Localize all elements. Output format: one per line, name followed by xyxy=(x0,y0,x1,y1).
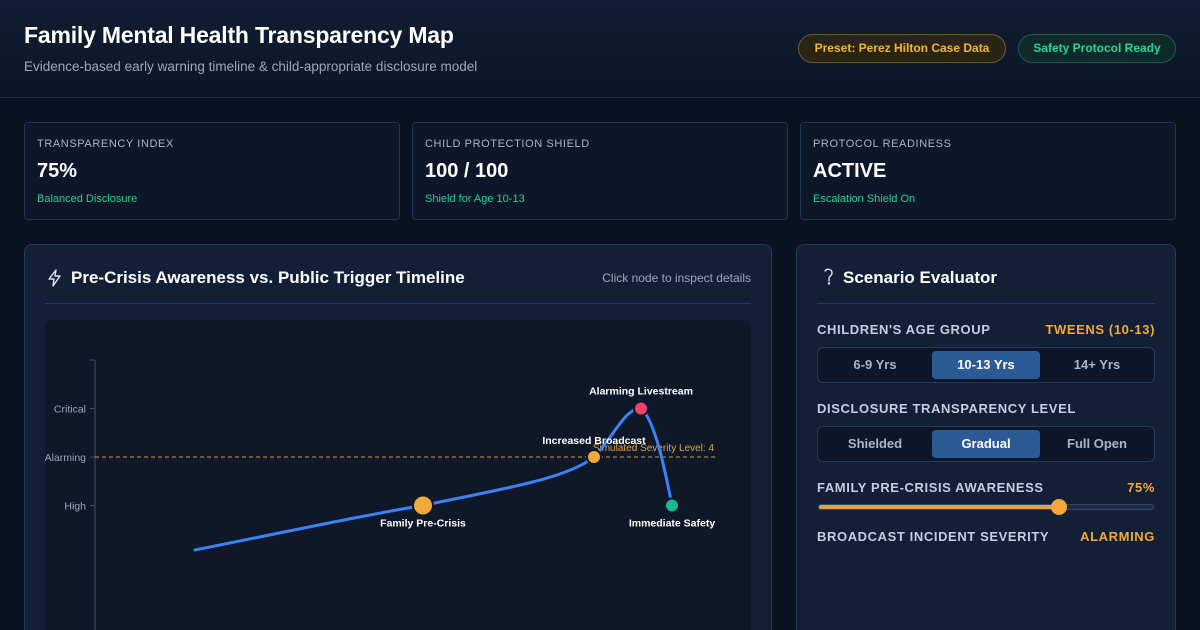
severity-value: ALARMING xyxy=(1080,529,1155,544)
panel-divider xyxy=(817,303,1155,304)
age-option-10-13[interactable]: 10-13 Yrs xyxy=(932,351,1040,379)
age-group-value: TWEENS (10-13) xyxy=(1045,322,1155,337)
safety-status-badge: Safety Protocol Ready xyxy=(1018,34,1176,63)
page-title: Family Mental Health Transparency Map xyxy=(24,22,454,48)
stat-value: 100 / 100 xyxy=(425,160,509,182)
stat-value: ACTIVE xyxy=(813,160,887,182)
stat-note: Escalation Shield On xyxy=(813,193,916,205)
awareness-slider[interactable] xyxy=(818,499,1154,515)
evaluator-title: Scenario Evaluator xyxy=(843,268,998,287)
timeline-node[interactable] xyxy=(664,497,680,514)
stat-label: TRANSPARENCY INDEX xyxy=(37,138,174,150)
age-group-selector: 6-9 Yrs 10-13 Yrs 14+ Yrs xyxy=(817,347,1155,383)
y-tick-label: High xyxy=(64,501,86,513)
transparency-option-gradual[interactable]: Gradual xyxy=(932,430,1040,458)
scenario-evaluator-panel: Scenario Evaluator CHILDREN'S AGE GROUP … xyxy=(796,244,1176,630)
preset-badge[interactable]: Preset: Perez Hilton Case Data xyxy=(798,34,1006,63)
awareness-slider-thumb[interactable] xyxy=(1051,499,1068,515)
timeline-node[interactable] xyxy=(586,449,602,465)
severity-label: BROADCAST INCIDENT SEVERITY xyxy=(817,529,1050,544)
timeline-panel: Pre-Crisis Awareness vs. Public Trigger … xyxy=(24,244,772,630)
age-option-6-9[interactable]: 6-9 Yrs xyxy=(821,351,929,379)
timeline-node-label: Increased Broadcast xyxy=(542,435,646,447)
stat-card-transparency-index: TRANSPARENCY INDEX 75% Balanced Disclosu… xyxy=(24,122,400,220)
lightning-icon xyxy=(48,269,61,287)
timeline-node[interactable] xyxy=(412,494,434,517)
page-subtitle: Evidence-based early warning timeline & … xyxy=(24,59,478,74)
stat-note: Balanced Disclosure xyxy=(37,193,138,205)
transparency-option-shielded[interactable]: Shielded xyxy=(821,430,929,458)
stat-label: PROTOCOL READINESS xyxy=(813,138,952,150)
y-tick-label: Alarming xyxy=(45,452,86,464)
stat-label: CHILD PROTECTION SHIELD xyxy=(425,138,590,150)
transparency-option-full-open[interactable]: Full Open xyxy=(1043,430,1151,458)
timeline-chart: High Alarming Critical Simulated Severity … xyxy=(45,320,751,630)
awareness-label: FAMILY PRE-CRISIS AWARENESS xyxy=(817,480,1044,495)
stat-value: 75% xyxy=(37,160,78,182)
panel-divider xyxy=(45,303,751,304)
transparency-level-label: DISCLOSURE TRANSPARENCY LEVEL xyxy=(817,401,1076,416)
age-group-label: CHILDREN'S AGE GROUP xyxy=(817,322,991,337)
timeline-node[interactable] xyxy=(633,400,649,417)
timeline-hint: Click node to inspect details xyxy=(602,271,751,285)
stat-note: Shield for Age 10-13 xyxy=(425,193,525,205)
brain-icon xyxy=(824,268,833,285)
awareness-value: 75% xyxy=(1127,480,1155,495)
stat-card-protocol-readiness: PROTOCOL READINESS ACTIVE Escalation Shi… xyxy=(800,122,1176,220)
timeline-node-label: Family Pre-Crisis xyxy=(380,518,466,530)
timeline-node-label: Immediate Safety xyxy=(629,518,716,530)
stat-card-child-protection: CHILD PROTECTION SHIELD 100 / 100 Shield… xyxy=(412,122,788,220)
age-option-14-plus[interactable]: 14+ Yrs xyxy=(1043,351,1151,379)
awareness-slider-fill xyxy=(819,505,1060,509)
y-tick-label: Critical xyxy=(54,404,86,416)
timeline-node-label: Alarming Livestream xyxy=(589,386,693,398)
timeline-chart-svg: HighAlarmingCritical Simulated Severity … xyxy=(45,359,717,630)
app-header: Family Mental Health Transparency Map Ev… xyxy=(0,0,1200,98)
timeline-title: Pre-Crisis Awareness vs. Public Trigger … xyxy=(71,268,465,287)
transparency-level-selector: Shielded Gradual Full Open xyxy=(817,426,1155,462)
